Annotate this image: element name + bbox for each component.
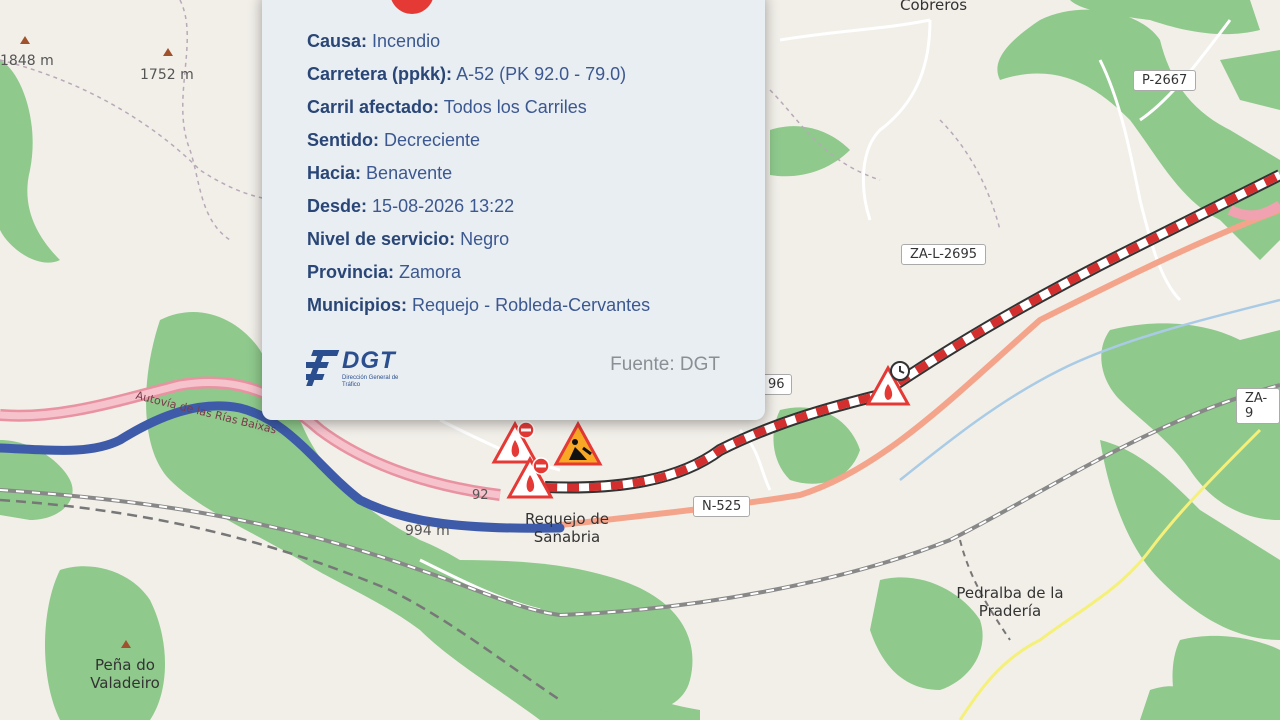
- detail-value: Zamora: [399, 262, 462, 282]
- fire-warning-icon[interactable]: [505, 453, 555, 503]
- detail-value: Decreciente: [384, 130, 481, 150]
- incident-details: Causa: Incendio Carretera (ppkk): A-52 (…: [307, 25, 650, 322]
- fire-warning-icon[interactable]: [866, 358, 920, 408]
- detail-value: Requejo - Robleda-Cervantes: [412, 295, 651, 315]
- road-shield-za9: ZA-9: [1236, 388, 1280, 424]
- detail-row-hacia: Hacia: Benavente: [307, 157, 650, 190]
- detail-row-nivel: Nivel de servicio: Negro: [307, 223, 650, 256]
- detail-row-carretera: Carretera (ppkk): A-52 (PK 92.0 - 79.0): [307, 58, 650, 91]
- place-label-pena: Peña do Valadeiro: [90, 656, 160, 692]
- place-label-requejo: Requejo de Sanabria: [524, 510, 610, 546]
- detail-key: Sentido:: [307, 130, 379, 150]
- pk-label: 92: [472, 488, 489, 503]
- detail-value: Todos los Carriles: [443, 97, 587, 117]
- detail-row-municipios: Municipios: Requejo - Robleda-Cervantes: [307, 289, 650, 322]
- detail-row-carril: Carril afectado: Todos los Carriles: [307, 91, 650, 124]
- source-label: Fuente: DGT: [610, 354, 720, 375]
- elevation-label: 994 m: [405, 523, 450, 539]
- detail-row-provincia: Provincia: Zamora: [307, 256, 650, 289]
- dgt-logo-mark-icon: [306, 350, 340, 386]
- incident-marker-icon: [390, 0, 434, 14]
- elevation-label: 1848 m: [0, 53, 54, 69]
- detail-key: Causa:: [307, 31, 368, 51]
- detail-row-causa: Causa: Incendio: [307, 25, 650, 58]
- detail-key: Hacia:: [307, 163, 362, 183]
- detail-value: Benavente: [366, 163, 453, 183]
- road-shield-za2695: ZA-L-2695: [901, 244, 986, 265]
- detail-row-sentido: Sentido: Decreciente: [307, 124, 650, 157]
- place-label-pedralba: Pedralba de la Pradería: [956, 584, 1064, 620]
- dgt-logo-subtitle: Dirección General de Tráfico: [342, 375, 399, 388]
- elevation-label: 1752 m: [140, 67, 194, 83]
- dgt-logo: DGT Dirección General de Tráfico: [306, 347, 416, 396]
- detail-key: Carretera (ppkk):: [307, 64, 453, 84]
- detail-value: A-52 (PK 92.0 - 79.0): [456, 64, 627, 84]
- roadworks-warning-icon[interactable]: [553, 420, 603, 470]
- incident-popup: Causa: Incendio Carretera (ppkk): A-52 (…: [262, 0, 765, 420]
- detail-key: Desde:: [307, 196, 368, 216]
- road-shield-n525: N-525: [693, 496, 751, 517]
- peak-icon: [20, 36, 30, 44]
- detail-key: Carril afectado:: [307, 97, 440, 117]
- detail-row-desde: Desde: 15-08-2026 13:22: [307, 190, 650, 223]
- peak-icon: [163, 48, 173, 56]
- detail-value: Incendio: [372, 31, 441, 51]
- place-label-cobreros: Cobreros: [900, 0, 968, 14]
- detail-key: Provincia:: [307, 262, 395, 282]
- detail-value: 15-08-2026 13:22: [372, 196, 515, 216]
- detail-key: Municipios:: [307, 295, 407, 315]
- peak-icon: [121, 640, 131, 648]
- road-shield-p2667: P-2667: [1133, 70, 1197, 91]
- detail-value: Negro: [460, 229, 510, 249]
- dgt-logo-text: DGT: [342, 347, 396, 374]
- detail-key: Nivel de servicio:: [307, 229, 456, 249]
